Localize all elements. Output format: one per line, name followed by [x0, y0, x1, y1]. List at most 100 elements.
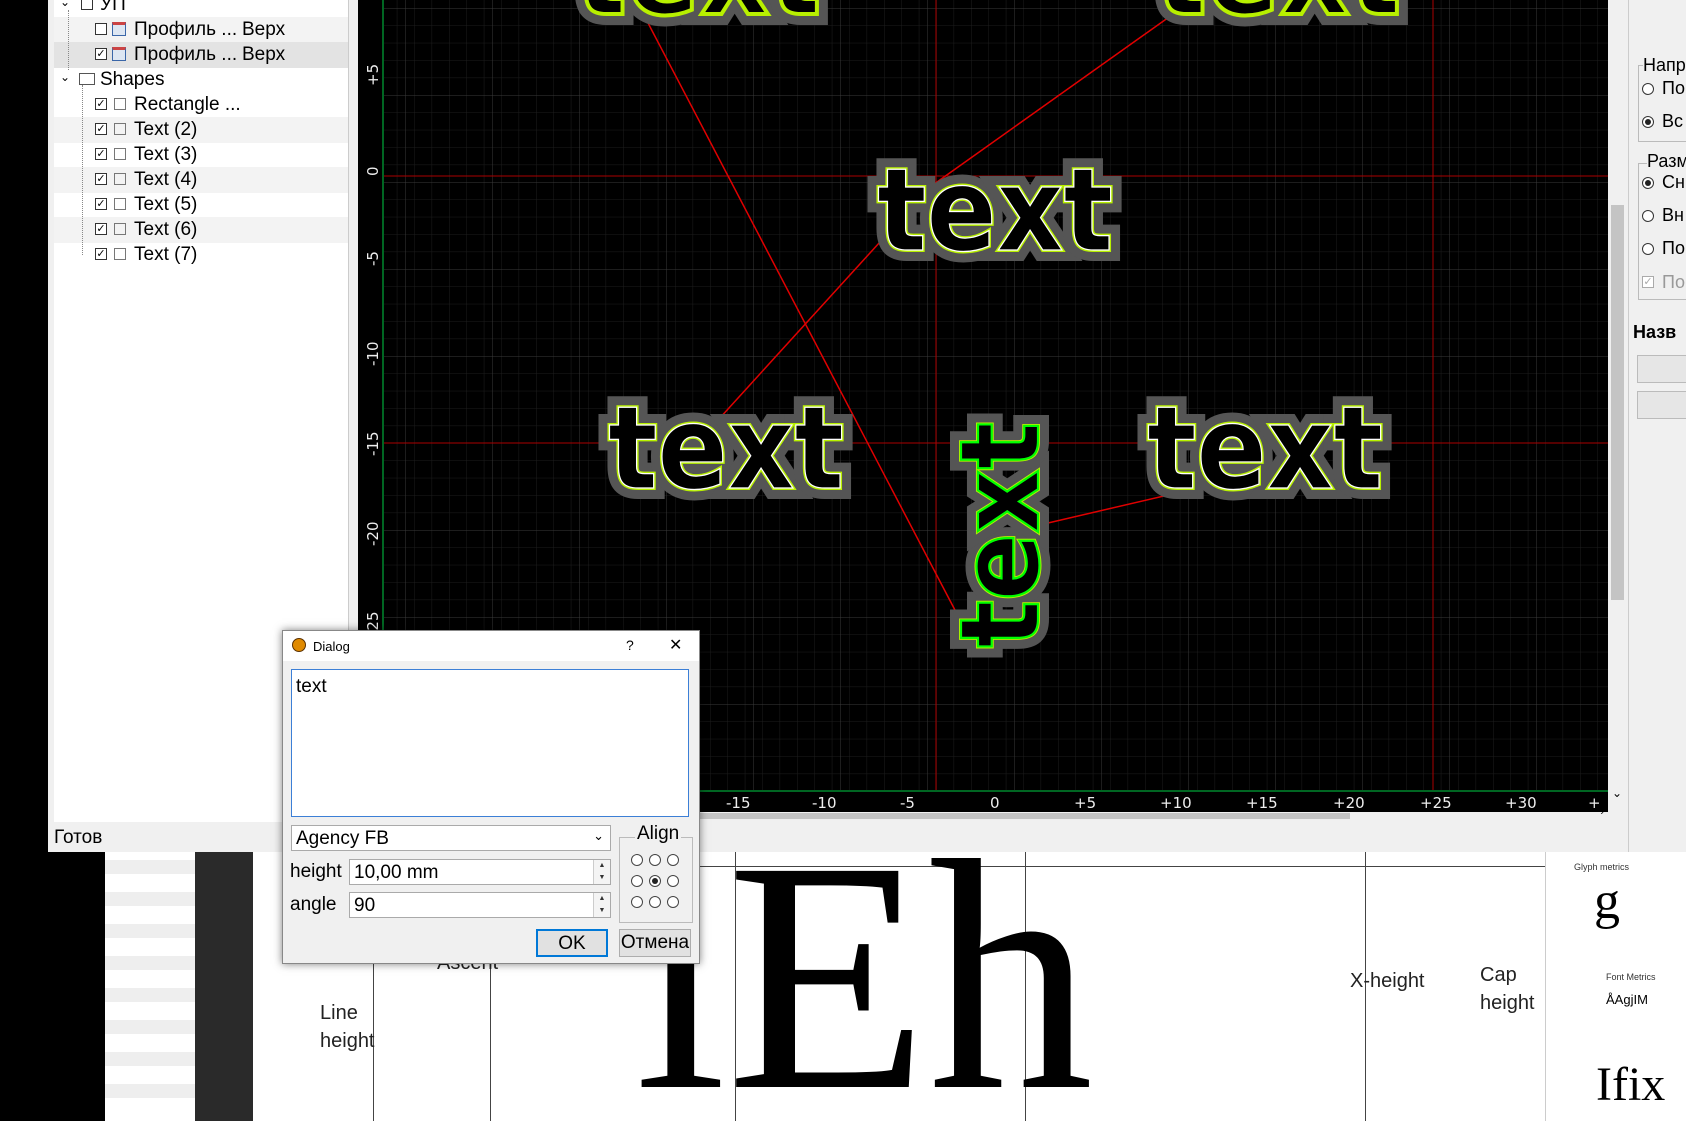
- cap-height-label: height: [1480, 992, 1535, 1014]
- angle-value: 90: [354, 895, 376, 916]
- tree-item-profile-2[interactable]: ✓ Профиль ... Верх: [54, 42, 348, 68]
- align-bottom-center[interactable]: [649, 896, 661, 908]
- tree-item-text-6[interactable]: ✓ Text (6): [54, 217, 348, 243]
- ruler-label: 0: [364, 166, 382, 176]
- align-middle-right[interactable]: [667, 875, 679, 887]
- cancel-button[interactable]: Отмена: [619, 929, 691, 957]
- text-input-area[interactable]: text: [291, 669, 689, 817]
- align-middle-center[interactable]: [649, 875, 661, 887]
- stripe: [105, 1052, 195, 1066]
- ruler-label: +15: [1246, 794, 1278, 812]
- chevron-down-icon[interactable]: ⌄: [60, 0, 70, 9]
- radio-option[interactable]: [1642, 210, 1654, 222]
- scrollbar-thumb[interactable]: [1611, 205, 1624, 600]
- horizontal-ruler-svg: -15 -10 -5 0 +5 +10 +15 +20 +25 +30 +: [690, 790, 1608, 812]
- tree-item-up[interactable]: ⌄ УП: [54, 0, 348, 18]
- ruler-label: +: [1588, 794, 1601, 812]
- tree-item-rectangle[interactable]: ✓ Rectangle ...: [54, 92, 348, 118]
- align-top-left[interactable]: [631, 854, 643, 866]
- chevron-down-icon[interactable]: ⌄: [593, 828, 604, 844]
- help-button[interactable]: ?: [626, 637, 634, 653]
- checkbox-checked[interactable]: ✓: [95, 173, 107, 185]
- radio-option[interactable]: [1642, 83, 1654, 95]
- horizontal-scrollbar[interactable]: ›: [690, 806, 1608, 820]
- align-bottom-right[interactable]: [667, 896, 679, 908]
- tree-guide: [82, 85, 83, 255]
- checkbox-checked[interactable]: ✓: [95, 98, 107, 110]
- align-label: Align: [635, 823, 682, 845]
- chevron-down-icon[interactable]: ⌄: [1612, 786, 1622, 800]
- checkbox-checked[interactable]: ✓: [95, 223, 107, 235]
- chevron-right-icon[interactable]: ›: [1600, 806, 1604, 818]
- align-bottom-left[interactable]: [631, 896, 643, 908]
- tree-item-label: Text (5): [134, 194, 198, 215]
- checkbox-unchecked[interactable]: [95, 23, 107, 35]
- close-icon[interactable]: ✕: [669, 635, 682, 655]
- tree-item-text-7[interactable]: ✓ Text (7): [54, 242, 348, 268]
- tree-item-shapes[interactable]: ⌄ Shapes: [54, 67, 348, 93]
- radio-option[interactable]: [1642, 243, 1654, 255]
- panel-button[interactable]: [1637, 355, 1686, 383]
- tree-item-profile-1[interactable]: Профиль ... Верх: [54, 17, 348, 43]
- shape-icon: [114, 148, 126, 160]
- shape-icon: [114, 123, 126, 135]
- shape-text[interactable]: text: [1153, 0, 1403, 45]
- stripe: [105, 924, 195, 938]
- shape-text[interactable]: text: [573, 0, 823, 45]
- radio-label: Вс: [1662, 111, 1684, 131]
- align-top-right[interactable]: [667, 854, 679, 866]
- chevron-down-icon[interactable]: ⌄: [60, 70, 70, 84]
- font-metrics-label: Font Metrics: [1606, 972, 1656, 982]
- tree-item-label: Text (7): [134, 244, 198, 265]
- stripe: [105, 860, 195, 874]
- dialog-title-bar[interactable]: Dialog ? ✕: [283, 631, 699, 661]
- tree-item-label: Text (2): [134, 119, 198, 140]
- ruler-label: +5: [364, 64, 382, 86]
- line-label: Line: [320, 1002, 358, 1024]
- ruler-label: -5: [900, 794, 915, 812]
- checkbox-checked[interactable]: ✓: [95, 198, 107, 210]
- radio-label: Сн: [1662, 172, 1685, 192]
- radio-label: По: [1662, 78, 1685, 98]
- tree-item-text-5[interactable]: ✓ Text (5): [54, 192, 348, 218]
- horizontal-ruler: -15 -10 -5 0 +5 +10 +15 +20 +25 +30 +: [690, 790, 1608, 812]
- checkbox-checked[interactable]: ✓: [95, 48, 107, 60]
- tree-item-label: Профиль ...: [134, 44, 238, 65]
- align-middle-left[interactable]: [631, 875, 643, 887]
- tree-item-text-2[interactable]: ✓ Text (2): [54, 117, 348, 143]
- radio-option-selected[interactable]: [1642, 116, 1654, 128]
- align-top-center[interactable]: [649, 854, 661, 866]
- checkbox-checked[interactable]: ✓: [95, 123, 107, 135]
- angle-spinbox[interactable]: 90 ▲ ▼: [349, 892, 611, 918]
- font-select[interactable]: Agency FB ⌄: [291, 825, 611, 851]
- tree-item-text-4[interactable]: ✓ Text (4): [54, 167, 348, 193]
- tree-item-label: Профиль ...: [134, 19, 238, 40]
- properties-panel: Напр По Вс Разм Сн Вн По ✓ По Назв: [1628, 0, 1686, 852]
- shape-outline: text: [608, 382, 844, 516]
- glyph-metrics-label: Glyph metrics: [1574, 862, 1630, 872]
- tree-item-text-3[interactable]: ✓ Text (3): [54, 142, 348, 168]
- spin-arrows-icon[interactable]: ▲ ▼: [593, 860, 610, 884]
- shape-icon: [114, 98, 126, 110]
- checkbox-unchecked[interactable]: [81, 0, 93, 10]
- vertical-scrollbar[interactable]: ⌄: [1608, 0, 1628, 820]
- font-sample: ÅAgjIM: [1606, 992, 1648, 1007]
- ruler-label: 0: [990, 794, 1000, 812]
- spin-arrows-icon[interactable]: ▲ ▼: [593, 893, 610, 917]
- shape-outline: text: [1147, 382, 1383, 516]
- status-bar: Готов: [54, 827, 103, 848]
- radio-option-selected[interactable]: [1642, 177, 1654, 189]
- shape-outline: text: [877, 144, 1113, 278]
- cap-label: Cap: [1480, 964, 1517, 986]
- ruler-label: +25: [1420, 794, 1452, 812]
- checkbox-checked[interactable]: ✓: [95, 148, 107, 160]
- ruler-label: -20: [364, 522, 382, 547]
- panel-button[interactable]: [1637, 391, 1686, 419]
- bottom-glyphs: Ifix: [1596, 1058, 1666, 1111]
- checkbox-checked[interactable]: ✓: [95, 248, 107, 260]
- direction-group-title: Напр: [1643, 55, 1686, 76]
- height-spinbox[interactable]: 10,00 mm ▲ ▼: [349, 859, 611, 885]
- tree-item-label: Rectangle ...: [134, 94, 241, 115]
- ok-button[interactable]: OK: [536, 929, 608, 957]
- scrollbar-thumb[interactable]: [690, 813, 1350, 819]
